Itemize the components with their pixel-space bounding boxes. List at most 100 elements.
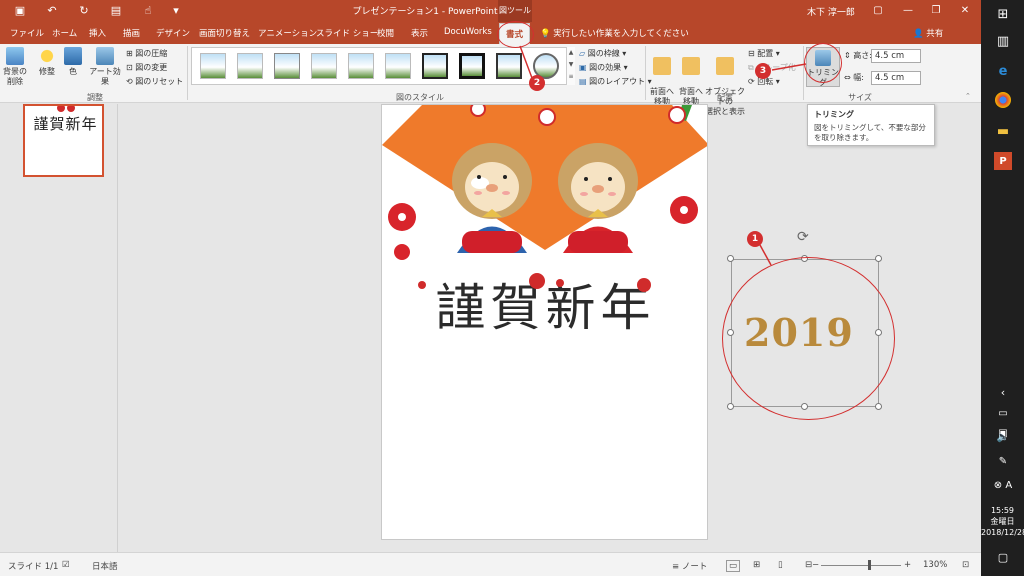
- send-backward-button[interactable]: 背面へ 移動: [677, 47, 705, 107]
- windows-taskbar: ⊞ ▥ e ▬ P ‹ ▭ ▣ 🔈 ✎ ⊗ A 15:59 金曜日 2018/1…: [981, 0, 1024, 576]
- chrome-icon[interactable]: [995, 92, 1011, 108]
- tab-draw[interactable]: 描画: [123, 27, 140, 39]
- picture-border-button[interactable]: ▱ 図の枠線 ▾: [579, 48, 626, 59]
- tab-home[interactable]: ホーム: [52, 27, 77, 39]
- user-name[interactable]: 木下 淳一郎: [807, 5, 855, 18]
- effects-icon: ▣: [579, 63, 587, 72]
- tab-docuworks[interactable]: DocuWorks: [444, 27, 492, 37]
- style-thumbnail[interactable]: [311, 53, 337, 79]
- tray-icons[interactable]: ⊗ A: [993, 476, 1013, 496]
- windows-start-icon[interactable]: ⊞: [993, 5, 1013, 25]
- resize-handle-se[interactable]: [875, 403, 882, 410]
- edge-browser-icon[interactable]: e: [993, 62, 1013, 82]
- remove-background-button[interactable]: 背景の削除: [2, 47, 28, 87]
- notification-center-icon[interactable]: ▢: [993, 548, 1013, 568]
- group-label-arrange: 配置: [717, 93, 733, 102]
- slide-sorter-icon[interactable]: ⊞: [753, 560, 760, 570]
- slide-canvas[interactable]: 謹賀新年: [381, 104, 708, 540]
- picture-layout-button[interactable]: ▤ 図のレイアウト ▾: [579, 76, 652, 87]
- align-icon: ⊟: [748, 49, 755, 58]
- style-thumbnail[interactable]: [422, 53, 448, 79]
- gallery-scroll[interactable]: ▲ ▼ ≡: [566, 47, 575, 85]
- ribbon-display-icon[interactable]: ▢: [868, 2, 888, 20]
- zoom-in-icon[interactable]: +: [904, 560, 911, 570]
- zoom-level[interactable]: 130%: [923, 560, 947, 570]
- zoom-out-icon[interactable]: −: [812, 560, 819, 570]
- width-input[interactable]: 4.5 cm: [871, 71, 921, 85]
- language-indicator[interactable]: 日本語: [92, 560, 118, 572]
- ribbon-tabs: ファイル ホーム 挿入 描画 デザイン 画面切り替え アニメーション スライド …: [0, 22, 981, 45]
- style-thumbnail[interactable]: [496, 53, 522, 79]
- selection-pane-button[interactable]: オブジェクトの 選択と表示: [703, 47, 747, 117]
- send-backward-icon: [682, 57, 700, 75]
- tab-transitions[interactable]: 画面切り替え: [199, 27, 250, 39]
- tab-review[interactable]: 校閲: [377, 27, 394, 39]
- picture-styles-gallery[interactable]: [191, 47, 571, 85]
- slide-counter: スライド 1/1: [8, 562, 59, 572]
- show-hidden-icons[interactable]: ‹: [993, 383, 1013, 403]
- tab-insert[interactable]: 挿入: [89, 27, 106, 39]
- tooltip-body: 図をトリミングして、不要な部分を取り除きます。: [814, 123, 926, 142]
- tab-slideshow[interactable]: スライド ショー: [316, 27, 378, 39]
- style-thumbnail[interactable]: [237, 53, 263, 79]
- zoom-slider-thumb[interactable]: [868, 560, 871, 570]
- resize-handle-nw[interactable]: [727, 255, 734, 262]
- rotate-handle-icon[interactable]: ⟳: [797, 229, 809, 245]
- resize-handle-ne[interactable]: [875, 255, 882, 262]
- clock-date[interactable]: 2018/12/28: [981, 527, 1024, 538]
- volume-muted-icon[interactable]: 🔈: [993, 428, 1013, 448]
- normal-view-icon[interactable]: ▭: [726, 560, 741, 572]
- lightbulb-icon: 💡: [540, 29, 551, 39]
- restore-icon[interactable]: ❐: [926, 2, 946, 20]
- minimize-icon[interactable]: —: [898, 2, 918, 20]
- clock-day[interactable]: 金曜日: [981, 516, 1024, 527]
- artistic-effects-icon: [96, 47, 114, 65]
- picture-effects-button[interactable]: ▣ 図の効果 ▾: [579, 62, 628, 73]
- width-icon: ⇔: [844, 73, 851, 82]
- tab-animations[interactable]: アニメーション: [258, 27, 317, 39]
- height-input[interactable]: 4.5 cm: [871, 49, 921, 63]
- change-picture-button[interactable]: ⊡ 図の変更: [126, 62, 167, 73]
- spell-check-icon[interactable]: ☑: [62, 560, 70, 570]
- pen-icon[interactable]: ✎: [993, 452, 1013, 472]
- color-button[interactable]: 色: [62, 47, 84, 77]
- close-icon[interactable]: ✕: [955, 2, 975, 20]
- layout-icon: ▤: [579, 77, 587, 86]
- zoom-slider[interactable]: [821, 565, 901, 566]
- style-thumbnail[interactable]: [459, 53, 485, 79]
- height-label: ⇕ 高さ:: [844, 51, 872, 60]
- fit-to-window-icon[interactable]: ⊡: [962, 560, 969, 570]
- artistic-effects-button[interactable]: アート効果: [87, 47, 123, 87]
- task-view-icon[interactable]: ▥: [993, 32, 1013, 52]
- color-icon: [64, 47, 82, 65]
- clock-time[interactable]: 15:59: [981, 505, 1024, 516]
- style-thumbnail[interactable]: [348, 53, 374, 79]
- tell-me-search[interactable]: 💡 実行したい作業を入力してください: [540, 27, 689, 39]
- corrections-button[interactable]: 修整: [34, 47, 60, 77]
- context-tab-picture-tools: 図ツール: [498, 0, 532, 22]
- file-explorer-icon[interactable]: ▬: [993, 122, 1013, 142]
- share-button[interactable]: 👤 共有: [913, 27, 943, 39]
- reset-picture-button[interactable]: ⟲ 図のリセット: [126, 76, 183, 87]
- bring-forward-button[interactable]: 前面へ 移動: [648, 47, 676, 107]
- powerpoint-taskbar-icon[interactable]: P: [994, 152, 1012, 170]
- collapse-ribbon-icon[interactable]: ⌃: [965, 92, 971, 100]
- style-thumbnail[interactable]: [200, 53, 226, 79]
- person-icon: 👤: [913, 29, 924, 39]
- bring-forward-icon: [653, 57, 671, 75]
- tab-file[interactable]: ファイル: [10, 27, 44, 39]
- tab-design[interactable]: デザイン: [156, 27, 190, 39]
- battery-network-icon[interactable]: ▭ ▣: [993, 404, 1013, 439]
- thumbnail-text: 謹賀新年: [33, 115, 98, 133]
- style-thumbnail[interactable]: [385, 53, 411, 79]
- reading-view-icon[interactable]: ▯: [778, 560, 783, 570]
- callout-3: 3: [755, 63, 771, 79]
- slide-thumbnail[interactable]: 謹賀新年: [23, 104, 104, 177]
- notes-button[interactable]: ≡ ノート: [672, 560, 707, 572]
- style-thumbnail[interactable]: [274, 53, 300, 79]
- compress-pictures-button[interactable]: ⊞ 図の圧縮: [126, 48, 167, 59]
- title-bar: ▣ ↶ ↻ ▤ ☝ ▾ プレゼンテーション1 - PowerPoint 図ツール…: [0, 0, 981, 22]
- resize-handle-sw[interactable]: [727, 403, 734, 410]
- tab-view[interactable]: 表示: [411, 27, 428, 39]
- align-button[interactable]: ⊟ 配置 ▾: [748, 48, 780, 59]
